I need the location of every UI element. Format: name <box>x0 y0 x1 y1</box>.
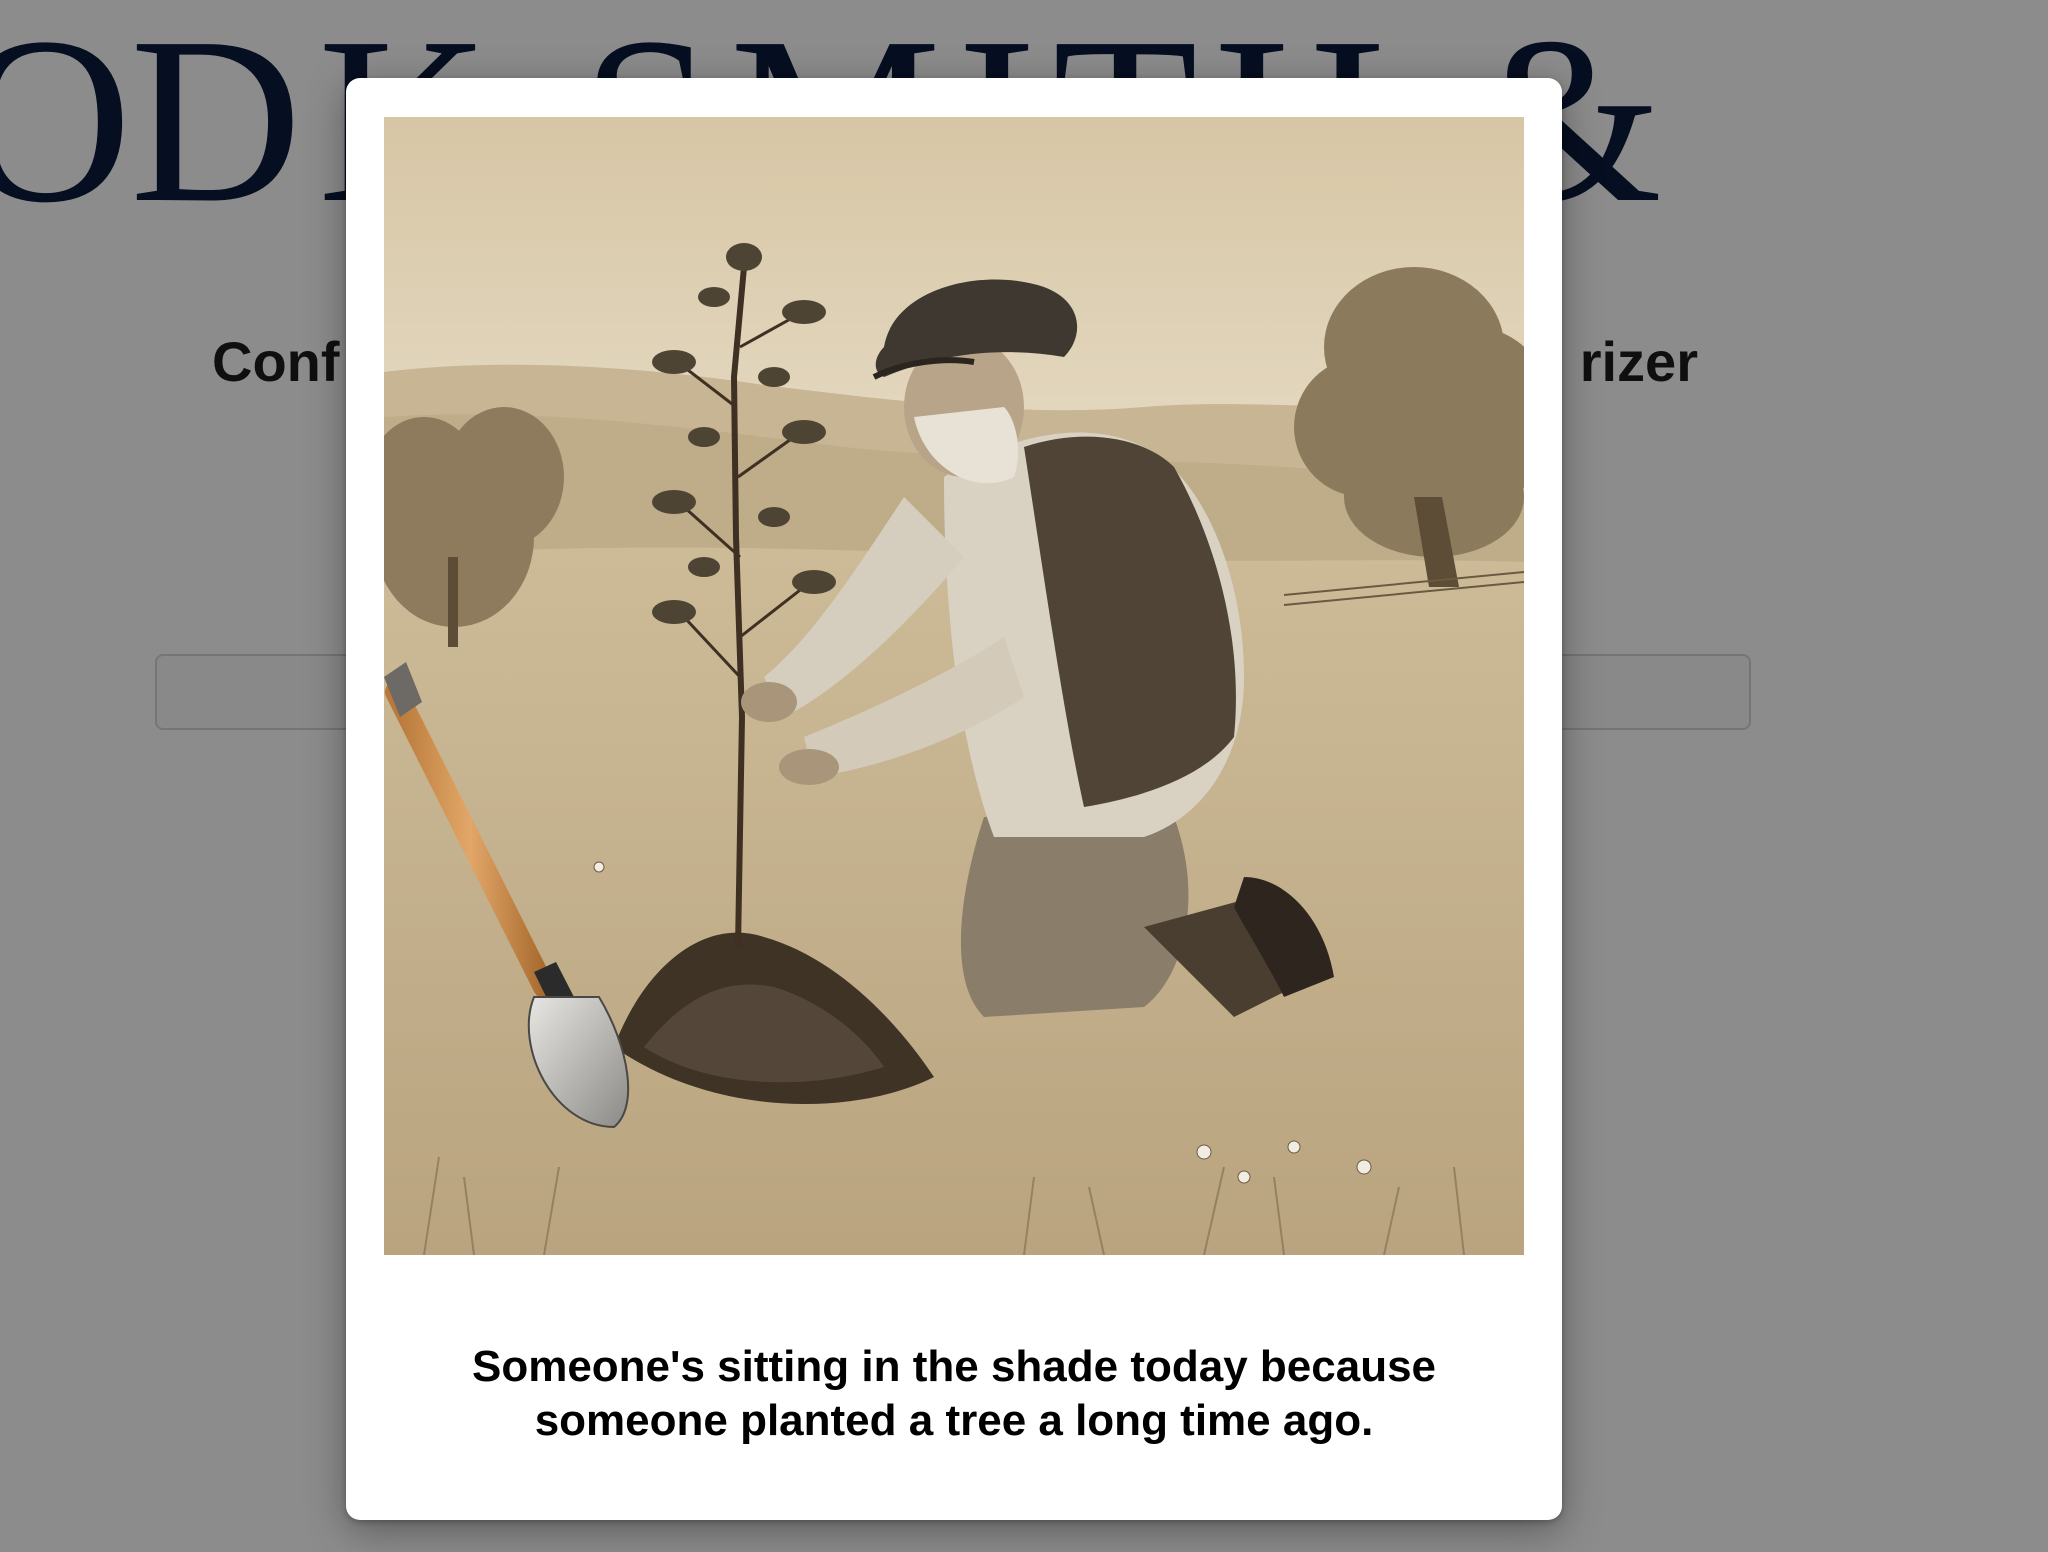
quote-text: Someone's sitting in the shade today bec… <box>386 1340 1522 1448</box>
quote-modal: Someone's sitting in the shade today bec… <box>346 78 1562 1520</box>
tree-planting-illustration <box>384 117 1524 1255</box>
quote-line-2: someone planted a tree a long time ago. <box>534 1396 1374 1445</box>
quote-line-1: Someone's sitting in the shade today bec… <box>471 1342 1437 1391</box>
